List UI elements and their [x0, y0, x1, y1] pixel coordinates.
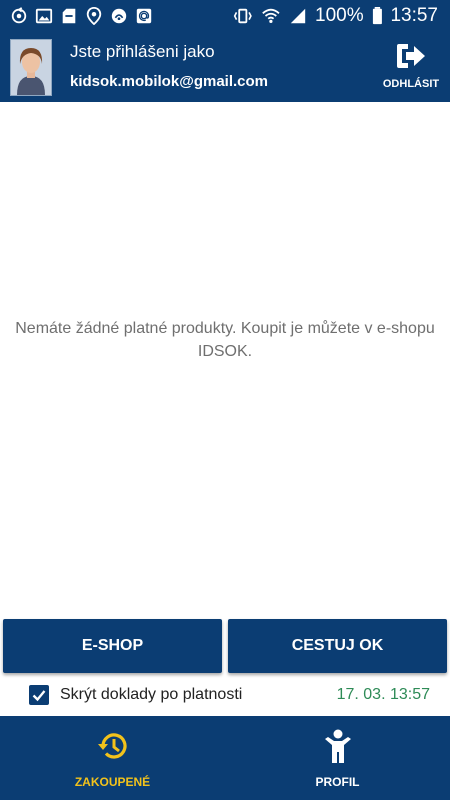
empty-state-message: Nemáte žádné platné produkty. Koupit je … [15, 319, 435, 360]
cestuj-ok-button[interactable]: CESTUJ OK [228, 619, 447, 673]
nav-label-profile: PROFIL [315, 775, 360, 789]
nav-label-purchased: ZAKOUPENÉ [74, 775, 151, 789]
last-update-timestamp: 17. 03. 13:57 [336, 686, 430, 703]
battery-icon [372, 7, 383, 25]
bottom-navigation: ZAKOUPENÉ PROFIL [0, 716, 450, 800]
status-bar: 100% 13:57 [0, 0, 450, 32]
sync-icon [10, 7, 28, 25]
user-email: kidsok.mobilok@gmail.com [70, 73, 269, 90]
vibrate-icon [232, 7, 254, 25]
logged-in-label: Jste přihlášeni jako [70, 42, 215, 61]
system-status: 100% 13:57 [232, 5, 450, 27]
signal-icon [289, 7, 307, 25]
wifi-icon [261, 7, 281, 25]
wifi-calling-icon [110, 7, 128, 25]
avatar [10, 39, 52, 96]
logout-icon [397, 44, 425, 68]
filter-row: Skrýt doklady po platnosti 17. 03. 13:57 [0, 680, 450, 714]
products-area: Nemáte žádné platné produkty. Koupit je … [0, 102, 450, 615]
location-icon [85, 7, 103, 25]
account-header: Jste přihlášeni jako kidsok.mobilok@gmai… [0, 32, 450, 102]
nav-item-profile[interactable]: PROFIL [225, 716, 450, 800]
history-icon [95, 728, 131, 764]
sd-card-icon [60, 7, 78, 25]
checkmark-icon [32, 690, 46, 702]
eshop-button[interactable]: E-SHOP [3, 619, 222, 673]
hide-expired-label[interactable]: Skrýt doklady po platnosti [60, 686, 242, 704]
notification-icons [0, 7, 153, 25]
nav-item-purchased[interactable]: ZAKOUPENÉ [0, 716, 225, 800]
clock: 13:57 [390, 5, 438, 26]
battery-percentage: 100% [315, 5, 364, 26]
image-icon [35, 7, 53, 25]
logout-button[interactable]: ODHLÁSIT [380, 42, 442, 94]
logout-label: ODHLÁSIT [382, 78, 440, 90]
person-icon [320, 728, 356, 764]
at-sign-icon [135, 7, 153, 25]
hide-expired-checkbox[interactable] [29, 685, 49, 705]
